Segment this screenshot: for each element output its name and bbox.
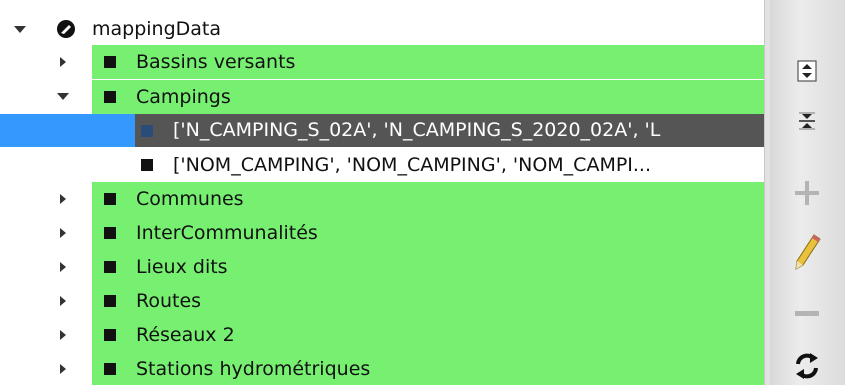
tree-item-label: InterCommunalités [136,222,318,244]
chevron-right-icon[interactable] [60,364,66,374]
expand-all-icon [797,60,817,82]
layer-square-icon [104,363,116,375]
tree-root-row[interactable]: mappingData [0,12,764,46]
refresh-icon [796,353,818,379]
add-button[interactable] [790,176,824,210]
tree-item-label: Bassins versants [136,51,296,73]
tree-item-label: ['NOM_CAMPING', 'NOM_CAMPING', 'NOM_CAMP… [173,154,652,176]
edit-button[interactable] [790,232,824,270]
tree-item-label: Stations hydrométriques [136,358,371,380]
refresh-button[interactable] [790,348,824,382]
tree-item-label: Réseaux 2 [136,324,235,346]
tree-item-campings-fields-selected[interactable]: ['N_CAMPING_S_02A', 'N_CAMPING_S_2020_02… [135,114,764,147]
remove-button[interactable] [790,296,824,330]
layer-square-icon [104,227,116,239]
chevron-down-icon[interactable] [57,93,69,100]
side-toolbar [770,0,845,385]
chevron-down-icon[interactable] [14,26,26,33]
chevron-right-icon[interactable] [60,296,66,306]
expand-all-button[interactable] [790,54,824,88]
collapse-all-icon [799,112,815,130]
tree-item-label: Lieux dits [136,256,228,278]
edit-pencil-icon [795,234,821,270]
tree-item-label: ['N_CAMPING_S_02A', 'N_CAMPING_S_2020_02… [173,119,661,141]
chevron-right-icon[interactable] [60,262,66,272]
selection-accent [0,114,135,147]
remove-icon [795,311,819,316]
field-square-icon [141,159,153,171]
layer-square-icon [104,56,116,68]
layer-square-icon [104,295,116,307]
tree-item-label: Communes [136,188,244,210]
chevron-right-icon[interactable] [60,330,66,340]
tree-root-label: mappingData [92,18,222,40]
layer-square-icon [104,91,116,103]
tree-item-campings-names[interactable]: ['NOM_CAMPING', 'NOM_CAMPING', 'NOM_CAMP… [135,148,764,182]
tree-item-label: Routes [136,290,202,312]
layer-square-icon [104,193,116,205]
mapping-tree: mappingData Bassins versants Campings ['… [0,0,764,385]
add-icon [795,181,819,205]
key-icon [57,20,75,38]
layer-square-icon [104,329,116,341]
chevron-right-icon[interactable] [60,228,66,238]
layer-square-icon [104,261,116,273]
collapse-all-button[interactable] [790,104,824,138]
field-square-icon [141,125,153,137]
chevron-right-icon[interactable] [60,57,66,67]
tree-item-label: Campings [136,86,231,108]
chevron-right-icon[interactable] [60,194,66,204]
